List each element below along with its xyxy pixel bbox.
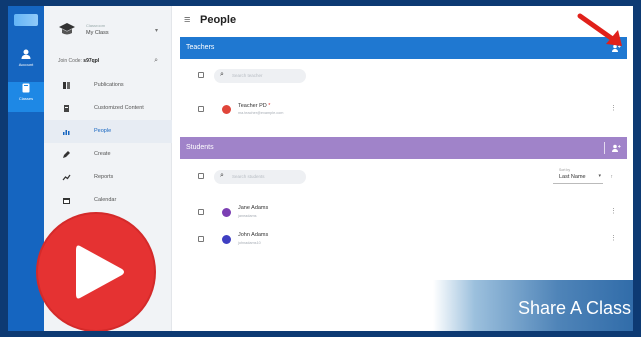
owner-badge: * xyxy=(268,103,271,109)
rail-account-label: Account xyxy=(18,62,34,67)
menu-item-publications[interactable]: Publications xyxy=(44,74,172,97)
search-icon: ⌕ xyxy=(220,172,224,179)
more-options-icon[interactable]: ⋮ xyxy=(610,207,617,215)
row-checkbox[interactable] xyxy=(198,106,204,112)
class-selector-caption: Classroom xyxy=(86,23,106,28)
avatar xyxy=(222,235,231,244)
avatar xyxy=(222,105,231,114)
person-name: Teacher PD * xyxy=(238,103,271,109)
class-selector[interactable]: Classroom My Class ▾ xyxy=(54,18,162,44)
person-name: Jane Adams xyxy=(238,205,269,211)
person-subtitle: johnadams10 xyxy=(238,241,261,245)
menu-item-label: Calendar xyxy=(94,197,117,203)
sort-label: Sort by xyxy=(559,168,571,172)
pointer-arrow-icon xyxy=(577,13,622,46)
menu-item-label: People xyxy=(94,128,112,134)
join-code-value: s97qpl xyxy=(83,58,100,64)
video-title-banner: Share A Class xyxy=(433,280,633,331)
video-title: Share A Class xyxy=(517,298,631,318)
search-icon: ⌕ xyxy=(220,71,224,78)
book-icon xyxy=(22,83,30,93)
menu-item-label: Customized Content xyxy=(94,105,144,111)
student-search-placeholder: Search students xyxy=(232,174,265,179)
person-name: John Adams xyxy=(238,232,269,238)
copy-search-icon[interactable]: ⌕ xyxy=(154,57,158,65)
reports-icon xyxy=(62,174,71,181)
page-title: People xyxy=(200,14,237,26)
app-logo xyxy=(14,14,38,26)
table-row[interactable]: John Adams johnadams10 ⋮ xyxy=(180,228,627,252)
content-icon xyxy=(64,105,69,112)
play-video-button[interactable] xyxy=(38,214,154,330)
app-window: Account Classes Classroom My Class ▾ Joi… xyxy=(8,6,633,331)
teacher-search-placeholder: Search teacher xyxy=(232,73,263,78)
sort-value: Last Name xyxy=(559,174,586,180)
menu-item-people[interactable]: People xyxy=(44,120,172,143)
add-student-icon[interactable] xyxy=(611,143,621,153)
more-options-icon[interactable]: ⋮ xyxy=(610,234,617,242)
class-menu: Publications Customized Content People C… xyxy=(44,74,172,212)
row-checkbox[interactable] xyxy=(198,209,204,215)
graduation-cap-icon xyxy=(59,23,75,35)
row-checkbox[interactable] xyxy=(198,236,204,242)
student-search-input[interactable]: ⌕ Search students xyxy=(214,170,306,184)
students-header: Students xyxy=(180,137,627,159)
play-icon xyxy=(76,245,124,299)
more-options-icon[interactable]: ⋮ xyxy=(610,104,617,112)
person-icon xyxy=(21,49,31,59)
students-header-label: Students xyxy=(186,144,214,151)
join-code-label: Join Code: xyxy=(58,58,82,64)
select-all-students-checkbox[interactable] xyxy=(198,173,204,179)
menu-item-label: Reports xyxy=(94,174,114,180)
publications-icon xyxy=(63,82,70,89)
chevron-down-icon: ▾ xyxy=(598,173,601,179)
sort-direction-icon[interactable]: ↑ xyxy=(611,174,614,180)
create-icon xyxy=(63,151,70,158)
top-bar: ≡ People xyxy=(172,6,633,36)
select-all-teachers-checkbox[interactable] xyxy=(198,72,204,78)
menu-item-reports[interactable]: Reports xyxy=(44,166,172,189)
rail-account[interactable]: Account xyxy=(8,48,44,78)
hamburger-menu-icon[interactable]: ≡ xyxy=(184,14,190,26)
menu-item-calendar[interactable]: Calendar xyxy=(44,189,172,212)
teacher-search-input[interactable]: ⌕ Search teacher xyxy=(214,69,306,83)
rail-classes-label: Classes xyxy=(18,96,34,101)
teachers-toolbar: ⌕ Search teacher xyxy=(180,66,627,86)
person-subtitle: ma.teacher@example.com xyxy=(238,111,284,115)
table-row[interactable]: Jane Adams janeadams ⋮ xyxy=(180,201,627,225)
join-code: Join Code: s97qpl ⌕ xyxy=(58,57,158,65)
people-icon xyxy=(63,130,70,135)
header-divider xyxy=(604,142,605,154)
menu-item-create[interactable]: Create xyxy=(44,143,172,166)
teachers-header: Teachers xyxy=(180,37,627,59)
chevron-down-icon: ▾ xyxy=(154,28,158,34)
rail-classes[interactable]: Classes xyxy=(8,82,44,112)
menu-item-label: Create xyxy=(94,151,111,157)
table-row[interactable]: Teacher PD * ma.teacher@example.com ⋮ xyxy=(180,98,627,122)
avatar xyxy=(222,208,231,217)
sort-select[interactable]: Sort by Last Name ▾ xyxy=(553,168,603,184)
teachers-header-label: Teachers xyxy=(186,44,215,51)
menu-item-customized-content[interactable]: Customized Content xyxy=(44,97,172,120)
menu-item-label: Publications xyxy=(94,82,124,88)
calendar-icon xyxy=(63,198,70,204)
person-subtitle: janeadams xyxy=(238,214,257,218)
class-name: My Class xyxy=(86,30,109,36)
students-toolbar: ⌕ Search students Sort by Last Name ▾ ↑ xyxy=(180,166,627,190)
